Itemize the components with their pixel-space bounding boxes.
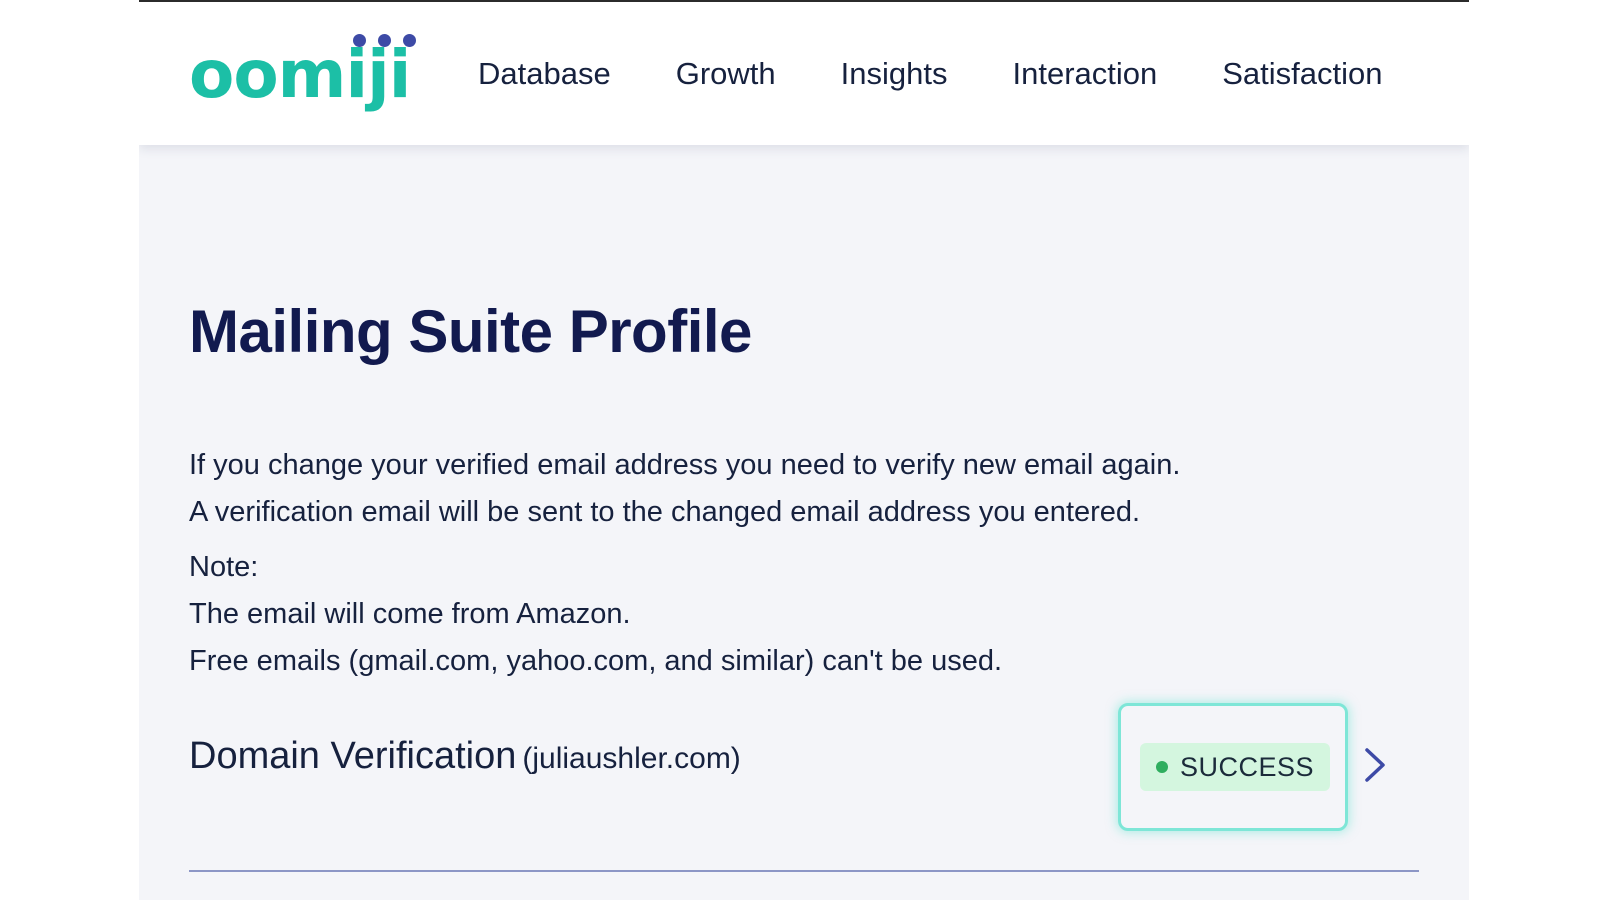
nav-item-database[interactable]: Database (478, 56, 611, 92)
page-title: Mailing Suite Profile (189, 298, 752, 365)
status-highlight: SUCCESS (1118, 703, 1348, 831)
logo-wordmark: oomiji (189, 36, 411, 113)
app-frame: oomiji Database Growth Insights Interact… (139, 0, 1469, 900)
info-line: If you change your verified email addres… (189, 449, 1181, 481)
status-text: SUCCESS (1180, 751, 1315, 782)
domain-name: (juliaushler.com) (522, 742, 741, 775)
section-divider (189, 870, 1419, 872)
chevron-right-icon[interactable] (1361, 746, 1389, 784)
info-line: A verification email will be sent to the… (189, 496, 1141, 528)
nav-item-satisfaction[interactable]: Satisfaction (1222, 56, 1382, 92)
note-line: The email will come from Amazon. (189, 598, 631, 630)
note-label: Note: (189, 551, 259, 583)
status-dot-icon (1156, 761, 1168, 773)
nav-item-insights[interactable]: Insights (841, 56, 948, 92)
main-nav: Database Growth Insights Interaction Sat… (478, 54, 1383, 94)
nav-item-interaction[interactable]: Interaction (1012, 56, 1157, 92)
nav-item-growth[interactable]: Growth (676, 56, 776, 92)
oomiji-logo[interactable]: oomiji (189, 30, 419, 120)
domain-verification-title: Domain Verification (juliaushler.com) (189, 735, 741, 778)
top-header: oomiji Database Growth Insights Interact… (139, 2, 1469, 145)
domain-verification-row[interactable]: Domain Verification (juliaushler.com) SUC… (189, 703, 1419, 831)
info-text-block: If you change your verified email addres… (189, 442, 1419, 685)
status-badge: SUCCESS (1140, 743, 1331, 791)
chevron-stroke (1365, 748, 1385, 782)
note-line: Free emails (gmail.com, yahoo.com, and s… (189, 645, 1003, 677)
domain-verification-label: Domain Verification (189, 735, 517, 777)
